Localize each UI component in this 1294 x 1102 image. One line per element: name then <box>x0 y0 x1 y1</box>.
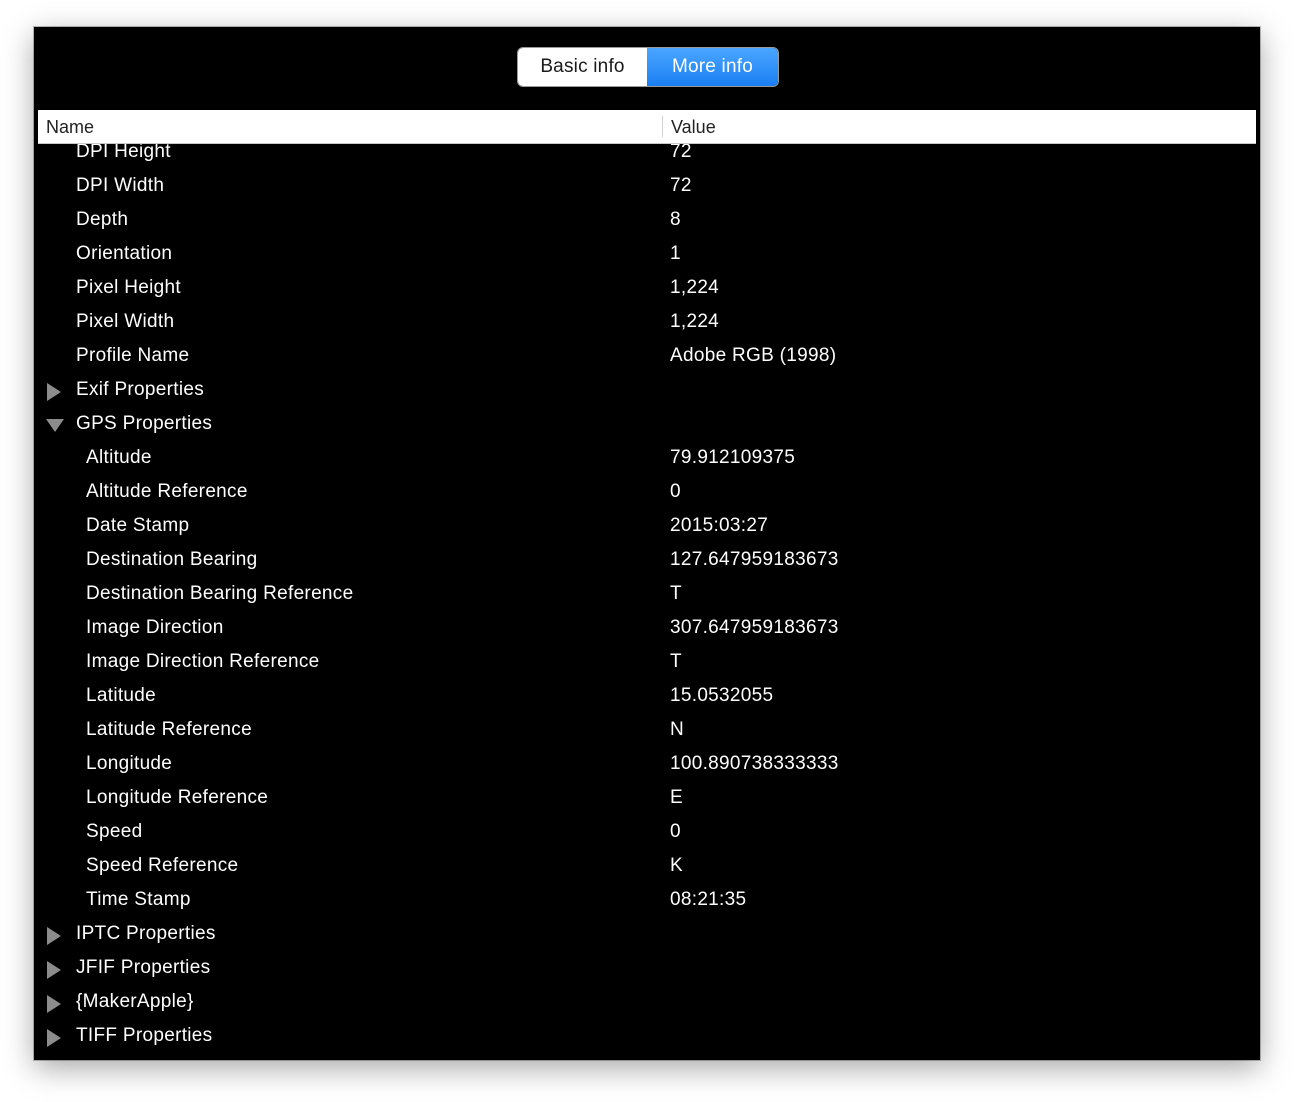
triangle-right-icon[interactable] <box>46 927 62 945</box>
property-value: K <box>670 855 683 876</box>
property-row[interactable]: Altitude 79.912109375 <box>34 441 1260 475</box>
property-value: 127.647959183673 <box>670 549 839 570</box>
property-name: Destination Bearing <box>86 549 258 570</box>
column-header-value[interactable]: Value <box>671 110 716 143</box>
property-row[interactable]: DPI Width 72 <box>34 169 1260 203</box>
property-value: 1,224 <box>670 277 720 298</box>
property-name: Profile Name <box>76 345 190 366</box>
property-name: Altitude <box>86 447 152 468</box>
property-value: E <box>670 787 683 808</box>
property-name: Latitude <box>86 685 157 706</box>
column-header-name[interactable]: Name <box>46 110 94 143</box>
property-name: Pixel Height <box>76 277 181 298</box>
group-name: TIFF Properties <box>76 1025 213 1046</box>
property-name: Speed <box>86 821 143 842</box>
group-row[interactable]: TIFF Properties <box>34 1019 1260 1053</box>
property-value: T <box>670 651 682 672</box>
property-name: Longitude <box>86 753 173 774</box>
property-name: Destination Bearing Reference <box>86 583 354 604</box>
property-value: 0 <box>670 481 681 502</box>
property-name: Date Stamp <box>86 515 190 536</box>
group-name: GPS Properties <box>76 413 213 434</box>
tab-basic-info[interactable]: Basic info <box>518 48 647 86</box>
property-name: Image Direction <box>86 617 224 638</box>
property-value: 79.912109375 <box>670 447 796 468</box>
property-row[interactable]: Destination Bearing Reference T <box>34 577 1260 611</box>
property-name: Time Stamp <box>86 889 191 910</box>
property-value: 307.647959183673 <box>670 617 839 638</box>
property-value: N <box>670 719 685 740</box>
property-name: Pixel Width <box>76 311 175 332</box>
property-value: T <box>670 583 682 604</box>
property-value: 15.0532055 <box>670 685 774 706</box>
group-name: IPTC Properties <box>76 923 216 944</box>
property-row[interactable]: Longitude Reference E <box>34 781 1260 815</box>
property-value: 72 <box>670 175 692 196</box>
triangle-right-icon[interactable] <box>46 1029 62 1047</box>
triangle-right-icon[interactable] <box>46 961 62 979</box>
property-name: Depth <box>76 209 129 230</box>
info-segmented-control: Basic info More info <box>518 48 778 86</box>
group-row[interactable]: {MakerApple} <box>34 985 1260 1019</box>
property-name: Latitude Reference <box>86 719 252 740</box>
column-divider[interactable] <box>662 116 663 137</box>
properties-outline-list[interactable]: DPI Height 72 DPI Width 72 Depth 8 Orientation… <box>34 135 1260 1060</box>
triangle-down-icon[interactable] <box>46 417 64 433</box>
property-row[interactable]: Depth 8 <box>34 203 1260 237</box>
property-row[interactable]: Date Stamp 2015:03:27 <box>34 509 1260 543</box>
property-row[interactable]: Altitude Reference 0 <box>34 475 1260 509</box>
property-row[interactable]: Image Direction Reference T <box>34 645 1260 679</box>
group-name: JFIF Properties <box>76 957 211 978</box>
property-row[interactable]: Speed 0 <box>34 815 1260 849</box>
property-row[interactable]: Latitude 15.0532055 <box>34 679 1260 713</box>
tab-more-info[interactable]: More info <box>647 48 778 86</box>
property-value: 8 <box>670 209 681 230</box>
property-row[interactable]: Destination Bearing 127.647959183673 <box>34 543 1260 577</box>
property-name: Speed Reference <box>86 855 239 876</box>
property-row[interactable]: Pixel Height 1,224 <box>34 271 1260 305</box>
property-row[interactable]: Pixel Width 1,224 <box>34 305 1260 339</box>
property-value: Adobe RGB (1998) <box>670 345 837 366</box>
property-row[interactable]: Latitude Reference N <box>34 713 1260 747</box>
property-name: Orientation <box>76 243 173 264</box>
metadata-inspector-window: Basic info More info DPI Height 72 DPI Wid… <box>34 27 1260 1060</box>
property-value: 0 <box>670 821 681 842</box>
group-name: Exif Properties <box>76 379 205 400</box>
triangle-right-icon[interactable] <box>46 995 62 1013</box>
group-name: {MakerApple} <box>76 991 194 1012</box>
property-row[interactable]: Orientation 1 <box>34 237 1260 271</box>
property-row[interactable]: Time Stamp 08:21:35 <box>34 883 1260 917</box>
group-row[interactable]: IPTC Properties <box>34 917 1260 951</box>
table-header: Name Value <box>38 110 1256 144</box>
property-value: 2015:03:27 <box>670 515 769 536</box>
property-row[interactable]: Speed Reference K <box>34 849 1260 883</box>
group-row[interactable]: Exif Properties <box>34 373 1260 407</box>
property-name: Longitude Reference <box>86 787 269 808</box>
group-row[interactable]: GPS Properties <box>34 407 1260 441</box>
property-row[interactable]: Image Direction 307.647959183673 <box>34 611 1260 645</box>
property-row[interactable]: Profile Name Adobe RGB (1998) <box>34 339 1260 373</box>
property-name: DPI Width <box>76 175 165 196</box>
property-value: 1 <box>670 243 681 264</box>
property-value: 1,224 <box>670 311 720 332</box>
property-row[interactable]: Longitude 100.890738333333 <box>34 747 1260 781</box>
property-value: 08:21:35 <box>670 889 747 910</box>
group-row[interactable]: JFIF Properties <box>34 951 1260 985</box>
property-value: 100.890738333333 <box>670 753 839 774</box>
property-name: Altitude Reference <box>86 481 248 502</box>
triangle-right-icon[interactable] <box>46 383 62 401</box>
property-name: Image Direction Reference <box>86 651 320 672</box>
